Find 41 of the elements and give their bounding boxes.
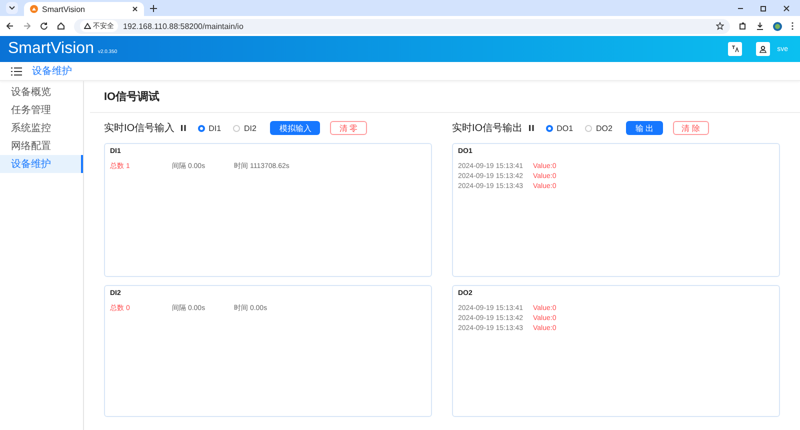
app-name: SmartVision — [8, 40, 94, 58]
browser-tab[interactable]: SmartVision — [24, 2, 144, 16]
new-tab-icon[interactable] — [150, 4, 157, 12]
home-icon[interactable] — [57, 22, 65, 30]
page-title: IO信号调试 — [90, 81, 800, 113]
forward-icon[interactable] — [23, 22, 31, 30]
star-icon[interactable] — [716, 22, 724, 30]
breadcrumb-link[interactable]: 设备维护 — [32, 64, 72, 78]
simulate-input-button[interactable]: 模拟输入 — [270, 121, 320, 135]
pause-icon[interactable] — [528, 125, 534, 131]
user-button[interactable] — [756, 42, 770, 56]
close-icon[interactable] — [132, 6, 138, 12]
translate-icon — [731, 45, 740, 53]
radio-option[interactable]: DI2 — [233, 124, 256, 132]
close-icon[interactable] — [783, 4, 790, 12]
site-logo-icon — [30, 5, 38, 13]
chevron-down-icon — [9, 6, 15, 10]
more-icon[interactable] — [791, 22, 794, 30]
sidebar-item[interactable]: 设备维护 — [0, 155, 83, 173]
section-title: 实时IO信号输入 — [104, 122, 175, 135]
tab-list-button[interactable] — [6, 2, 18, 14]
sidebar-item[interactable]: 网络配置 — [0, 137, 83, 155]
back-icon[interactable] — [6, 22, 14, 30]
restore-icon[interactable] — [760, 4, 767, 12]
pause-icon[interactable] — [180, 125, 186, 131]
section-title: 实时IO信号输出 — [452, 122, 523, 135]
sidebar-item[interactable]: 系统监控 — [0, 119, 83, 137]
output-button[interactable]: 输 出 — [626, 121, 663, 135]
sidebar-item[interactable]: 任务管理 — [0, 101, 83, 119]
user-icon — [759, 45, 768, 53]
avatar-icon[interactable] — [773, 22, 782, 30]
reload-icon[interactable] — [40, 22, 48, 30]
radio-option[interactable]: DO2 — [585, 124, 612, 132]
warning-icon — [84, 23, 91, 29]
sidebar-item[interactable]: 设备概览 — [0, 83, 83, 101]
radio-option[interactable]: DO1 — [546, 124, 574, 132]
translate-button[interactable] — [728, 42, 742, 56]
extensions-icon[interactable] — [739, 22, 747, 30]
radio-option[interactable]: DI1 — [198, 124, 222, 132]
menu-icon[interactable] — [11, 66, 22, 76]
download-icon[interactable] — [756, 22, 764, 30]
